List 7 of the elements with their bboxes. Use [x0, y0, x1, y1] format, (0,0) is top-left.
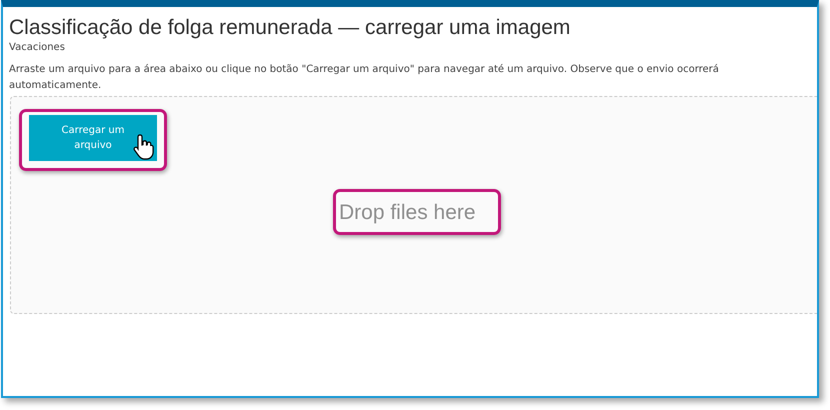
upload-button[interactable]: Carregar um arquivo	[29, 115, 157, 161]
drop-zone[interactable]: Carregar um arquivo Drop files here	[10, 96, 817, 314]
hand-cursor-icon	[133, 133, 155, 161]
page-title: Classificação de folga remunerada — carregar uma imagem	[9, 15, 572, 41]
page-subtitle: Vacaciones	[9, 42, 66, 53]
drop-hint: Drop files here	[339, 201, 476, 225]
instructions-text: Arraste um arquivo para a área abaixo ou clique no botão "Carregar um arquivo" para navegar até um arquivo. Observe que o envio ocorrerá automaticamente.	[9, 63, 720, 93]
